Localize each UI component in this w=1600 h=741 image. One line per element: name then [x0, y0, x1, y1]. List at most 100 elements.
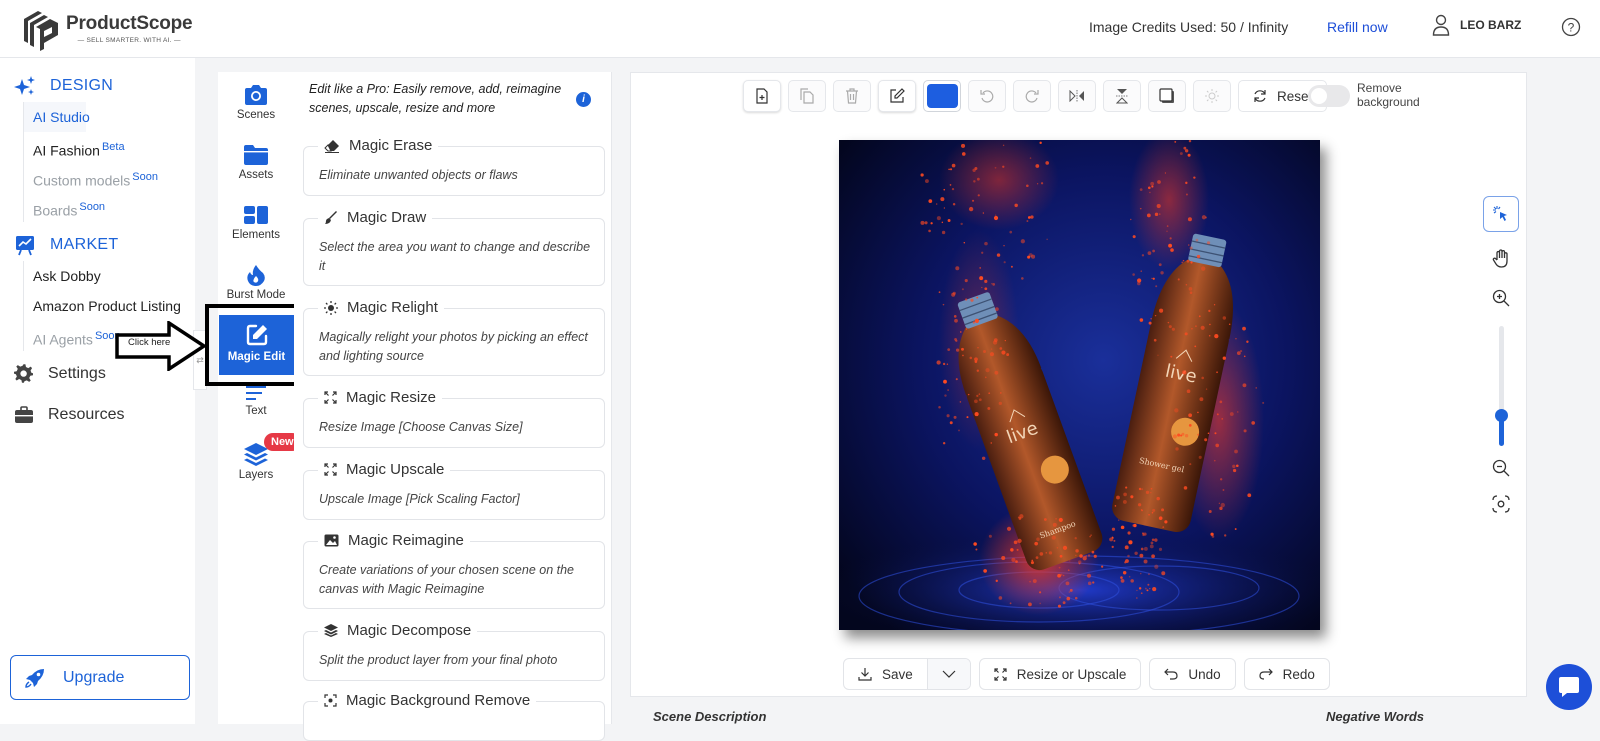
fill-color-swatch[interactable] — [923, 80, 961, 112]
flip-vertical-button[interactable] — [1103, 80, 1141, 112]
canvas-product-photo[interactable]: live Shampoo live Shower gel — [839, 140, 1320, 630]
pan-tool-button[interactable] — [1483, 241, 1519, 277]
rotate-right-button[interactable] — [1013, 80, 1051, 112]
select-tool-button[interactable] — [1483, 196, 1519, 232]
photo-particle — [960, 143, 966, 148]
tool-card-magic-decompose[interactable]: Magic Decompose Split the product layer … — [303, 622, 605, 681]
photo-particle — [1069, 588, 1073, 592]
user-menu[interactable]: LEO BARZ — [1432, 14, 1521, 36]
photo-particle — [1247, 493, 1252, 498]
brand-logo[interactable]: ProductScope — SELL SMARTER. WITH AI. — — [20, 5, 193, 51]
shadow-button[interactable] — [1148, 80, 1186, 112]
photo-particle — [1229, 412, 1234, 416]
rail-item-elements[interactable]: Elements — [218, 204, 294, 241]
tool-card-magic-relight[interactable]: Magic Relight Magically relight your pho… — [303, 299, 605, 376]
rail-item-scenes[interactable]: Scenes — [218, 84, 294, 121]
rail-item-burst-mode[interactable]: Burst Mode — [218, 264, 294, 301]
upgrade-button[interactable]: Upgrade — [10, 655, 190, 700]
camera-icon — [245, 85, 267, 105]
card-title: Magic Resize — [346, 389, 437, 406]
sidebar-item-ask-dobby[interactable]: Ask Dobby — [24, 261, 181, 291]
sidebar-item-ai-fashion[interactable]: AI Fashion Beta — [24, 132, 158, 162]
rail-item-text[interactable]: Text — [218, 384, 294, 417]
rotate-left-button[interactable] — [968, 80, 1006, 112]
photo-particle — [1184, 332, 1188, 336]
help-circle-icon[interactable]: ? — [1561, 17, 1581, 37]
photo-particle — [1199, 397, 1204, 402]
undo-button[interactable]: Undo — [1149, 658, 1236, 690]
photo-particle — [998, 596, 1003, 600]
redo-icon — [1259, 668, 1273, 680]
add-page-button[interactable] — [743, 80, 781, 112]
photo-particle — [1089, 535, 1091, 538]
zoom-slider-thumb[interactable] — [1495, 409, 1508, 422]
sidebar-section-market[interactable]: MARKET — [14, 234, 118, 256]
sidebar-item-custom-models[interactable]: Custom models Soon — [24, 162, 158, 192]
photo-particle — [976, 296, 979, 299]
photo-particle — [1058, 517, 1063, 522]
tool-card-magic-erase[interactable]: Magic Erase Eliminate unwanted objects o… — [303, 137, 605, 196]
save-button[interactable]: Save — [844, 659, 928, 689]
sidebar-section-design[interactable]: DESIGN — [14, 75, 113, 97]
photo-particle — [1132, 235, 1136, 239]
sidebar: DESIGN AI Studio AI Fashion Beta Custom m… — [0, 58, 195, 724]
tool-card-magic-background-remove[interactable]: Magic Background Remove — [303, 692, 605, 741]
remove-background-toggle[interactable] — [1308, 85, 1350, 107]
briefcase-icon — [15, 406, 33, 423]
photo-particle — [944, 394, 947, 397]
photo-particle — [953, 315, 957, 318]
delete-button[interactable] — [833, 80, 871, 112]
sidebar-item-boards[interactable]: Boards Soon — [24, 192, 158, 222]
tool-card-magic-upscale[interactable]: Magic Upscale Upscale Image [Pick Scalin… — [303, 461, 605, 520]
save-options-dropdown[interactable] — [927, 659, 970, 689]
photo-particle — [1090, 534, 1092, 536]
cursor-select-icon — [1493, 206, 1507, 221]
fit-to-screen-button[interactable] — [1483, 486, 1519, 522]
zoom-in-button[interactable] — [1483, 280, 1519, 316]
photo-particle — [1172, 434, 1177, 439]
photo-particle — [1149, 587, 1151, 590]
refill-now-link[interactable]: Refill now — [1327, 19, 1388, 35]
flip-horizontal-icon — [1069, 90, 1084, 102]
canvas-toolbar: Reset — [743, 80, 1328, 112]
photo-particle — [1232, 468, 1237, 473]
zoom-slider[interactable] — [1495, 326, 1508, 446]
photo-particle — [972, 168, 976, 172]
resize-or-upscale-button[interactable]: Resize or Upscale — [978, 658, 1142, 690]
photo-particle — [1039, 141, 1042, 145]
photo-particle — [1127, 531, 1131, 535]
brightness-button[interactable] — [1193, 80, 1231, 112]
rail-item-magic-edit[interactable]: Magic Edit — [219, 315, 294, 375]
sidebar-item-ai-studio[interactable]: AI Studio — [24, 102, 90, 132]
photo-particle — [1127, 554, 1130, 558]
photo-particle — [1184, 434, 1189, 438]
photo-particle — [1185, 181, 1188, 185]
photo-particle — [1195, 238, 1199, 242]
photo-particle — [1153, 338, 1157, 342]
photo-particle — [1243, 429, 1247, 433]
sidebar-item-resources[interactable]: Resources — [14, 405, 124, 425]
duplicate-button[interactable] — [788, 80, 826, 112]
tool-card-magic-reimagine[interactable]: Magic Reimagine Create variations of you… — [303, 532, 605, 609]
zoom-out-button[interactable] — [1483, 450, 1519, 486]
tool-card-magic-resize[interactable]: Magic Resize Resize Image [Choose Canvas… — [303, 389, 605, 448]
photo-particle — [1036, 537, 1040, 541]
flip-horizontal-button[interactable] — [1058, 80, 1096, 112]
photo-particle — [920, 173, 924, 177]
photo-particle — [1188, 140, 1192, 143]
sidebar-item-settings[interactable]: Settings — [14, 364, 106, 384]
tool-card-magic-draw[interactable]: Magic Draw Select the area you want to c… — [303, 209, 605, 286]
photo-particle — [1128, 540, 1133, 545]
rail-item-assets[interactable]: Assets — [218, 144, 294, 181]
photo-particle — [1000, 392, 1002, 394]
photo-particle — [943, 379, 947, 384]
photo-particle — [1164, 520, 1168, 524]
sidebar-item-amazon-product-listing[interactable]: Amazon Product Listing — [24, 291, 181, 321]
edit-button[interactable] — [878, 80, 916, 112]
photo-particle — [1255, 387, 1257, 389]
redo-button[interactable]: Redo — [1243, 658, 1330, 690]
chat-support-button[interactable] — [1546, 664, 1592, 710]
photo-particle — [1214, 334, 1219, 339]
tutorial-callout-text: Click here — [128, 337, 171, 348]
info-icon[interactable]: i — [576, 92, 591, 107]
